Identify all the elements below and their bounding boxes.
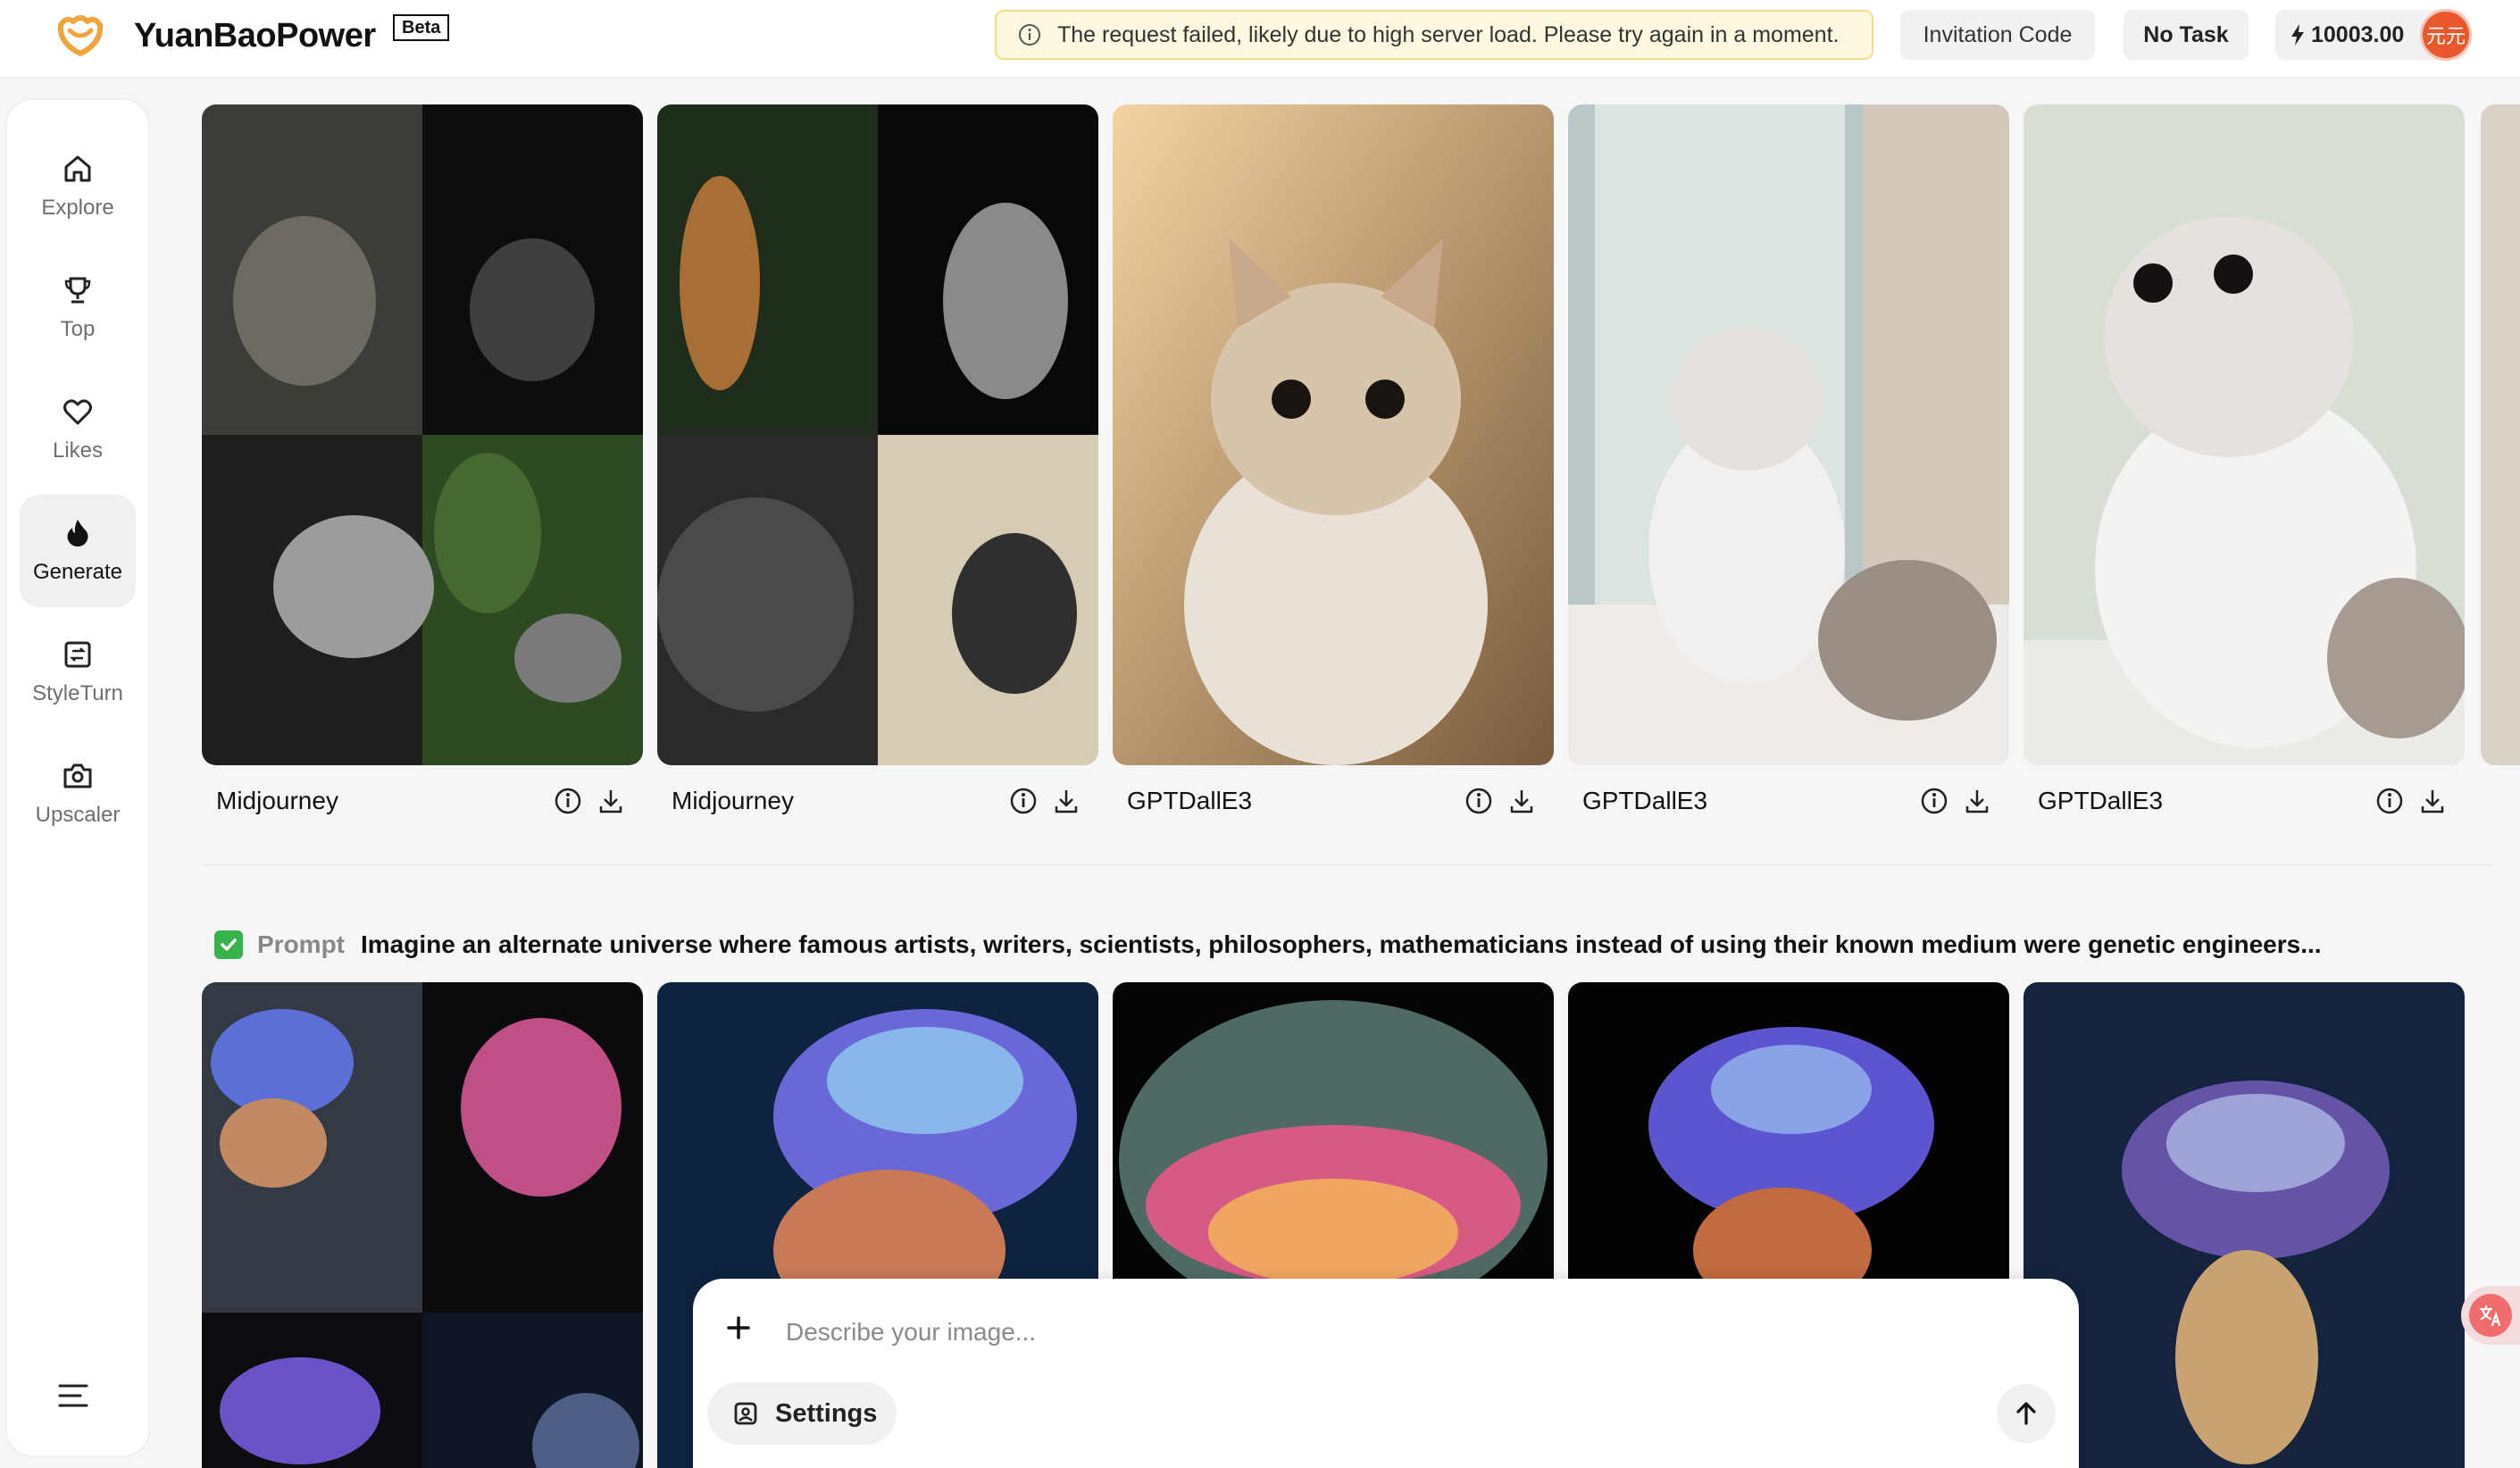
style-icon — [64, 641, 91, 668]
result-image-4[interactable] — [1568, 104, 2009, 765]
kitten-image — [1113, 104, 1554, 765]
settings-icon — [734, 1402, 757, 1425]
model-label: Midjourney — [216, 787, 338, 814]
send-button[interactable] — [1997, 1384, 2056, 1443]
error-alert: The request failed, likely due to high s… — [995, 10, 1873, 60]
result-image-7[interactable] — [202, 982, 643, 1468]
sidebar-item-upscaler[interactable]: Upscaler — [20, 738, 136, 850]
model-label: GPTDallE3 — [2038, 787, 2164, 814]
sidebar-item-styleturn[interactable]: StyleTurn — [20, 616, 136, 729]
brand-name[interactable]: YuanBaoPower — [134, 9, 376, 63]
kitten-window-image — [2024, 104, 2465, 765]
download-icon[interactable] — [1963, 787, 1991, 815]
section-divider — [202, 864, 2493, 866]
trophy-icon — [64, 277, 91, 304]
result-image-3[interactable] — [1113, 104, 1554, 765]
sidebar-item-label: StyleTurn — [32, 681, 123, 705]
sidebar-item-label: Upscaler — [35, 803, 121, 827]
arrow-up-icon — [2016, 1402, 2036, 1425]
plus-icon[interactable] — [725, 1314, 752, 1341]
download-icon[interactable] — [2418, 787, 2447, 815]
sidebar-item-label: Explore — [41, 196, 114, 220]
prompt-text[interactable]: Imagine an alternate universe where famo… — [361, 930, 2322, 959]
bolt-icon — [2291, 24, 2304, 46]
model-label: Midjourney — [672, 787, 794, 814]
prompt-label: Prompt — [257, 930, 345, 958]
kitten-window-image — [1568, 104, 2009, 765]
home-icon — [64, 155, 91, 182]
info-icon[interactable] — [2375, 787, 2404, 815]
settings-button[interactable]: Settings — [707, 1382, 897, 1445]
info-icon[interactable] — [1920, 787, 1948, 815]
describe-image-input[interactable] — [786, 1305, 1947, 1359]
sidebar-item-label: Likes — [52, 438, 104, 463]
check-icon — [214, 930, 243, 959]
task-status-button[interactable]: No Task — [2124, 10, 2249, 60]
result-image-5[interactable] — [2024, 104, 2465, 765]
sidebar-item-explore[interactable]: Explore — [20, 130, 136, 243]
download-icon[interactable] — [597, 787, 625, 815]
result-image-2[interactable] — [657, 104, 1098, 765]
result-image-6-partial[interactable] — [2481, 104, 2520, 765]
heart-icon — [63, 399, 92, 425]
download-icon[interactable] — [1507, 787, 1536, 815]
result-image-1[interactable] — [202, 104, 643, 765]
translate-icon — [2469, 1294, 2512, 1337]
top-header: YuanBaoPower Beta The request failed, li… — [0, 0, 2520, 79]
info-icon[interactable] — [1009, 787, 1038, 815]
sidebar-item-generate[interactable]: Generate — [20, 495, 136, 607]
sidebar-item-likes[interactable]: Likes — [20, 373, 136, 486]
download-icon[interactable] — [1052, 787, 1081, 815]
settings-label: Settings — [775, 1398, 878, 1428]
sidebar-item-top[interactable]: Top — [20, 252, 136, 364]
info-icon — [1019, 24, 1040, 46]
prompt-composer: Settings — [693, 1279, 2079, 1468]
result-image-11[interactable] — [2024, 982, 2465, 1468]
invitation-code-button[interactable]: Invitation Code — [1900, 10, 2095, 60]
camera-icon — [63, 763, 92, 788]
translate-button[interactable] — [2461, 1286, 2520, 1345]
jellyfish-grid-image — [202, 982, 643, 1468]
menu-icon[interactable] — [57, 1382, 89, 1409]
results-area: Midjourney Midjourney GPTDallE3 GPTDallE… — [179, 79, 2520, 1468]
model-label: GPTDallE3 — [1582, 787, 1708, 814]
jellyfish-image — [2024, 982, 2465, 1468]
beta-badge: Beta — [393, 14, 450, 41]
sidebar-item-label: Top — [60, 317, 96, 341]
flame-icon — [67, 520, 88, 546]
info-icon[interactable] — [554, 787, 582, 815]
sidebar-item-label: Generate — [32, 560, 123, 584]
user-avatar[interactable]: 元元 — [2420, 9, 2472, 61]
credits-value: 10003.00 — [2311, 21, 2405, 47]
prompt-row: Prompt Imagine an alternate universe whe… — [214, 925, 2322, 964]
cat-grid-image — [657, 104, 1098, 765]
sidebar: Explore Top Likes Generate StyleTurn Ups… — [7, 100, 148, 1455]
info-icon[interactable] — [1464, 787, 1493, 815]
cat-grid-image — [202, 104, 643, 765]
alert-text: The request failed, likely due to high s… — [1057, 21, 1840, 47]
model-label: GPTDallE3 — [1127, 787, 1253, 814]
logo-icon[interactable] — [54, 9, 107, 63]
